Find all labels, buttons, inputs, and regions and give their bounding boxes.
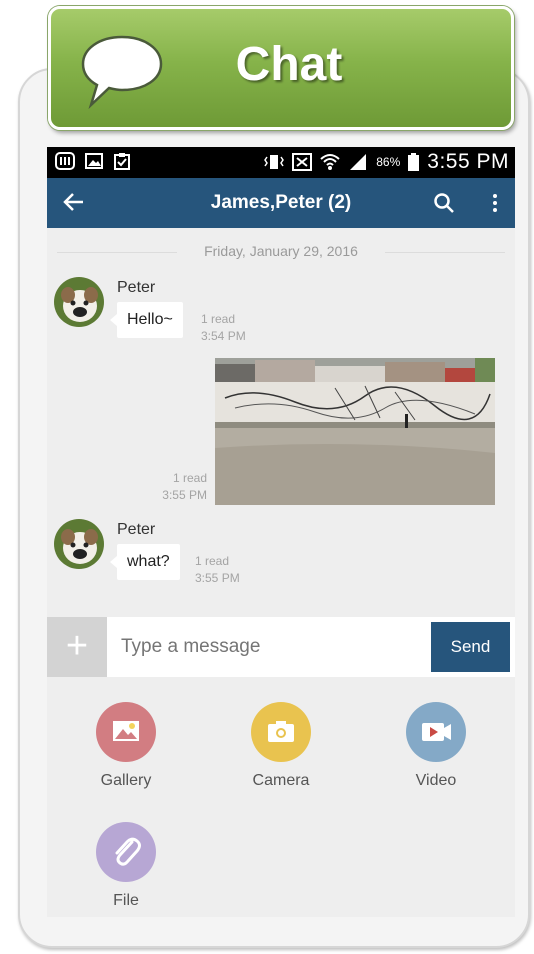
- message-input[interactable]: [121, 636, 421, 658]
- message-time: 3:54 PM: [201, 329, 246, 343]
- date-divider: Friday, January 29, 2016: [47, 243, 515, 261]
- nfc-icon: [292, 153, 313, 171]
- clipboard-notification-icon: [114, 153, 130, 170]
- camera-option[interactable]: Camera: [226, 702, 336, 790]
- camera-label: Camera: [252, 772, 310, 789]
- avatar[interactable]: [54, 519, 104, 569]
- message-bubble[interactable]: what?: [110, 544, 180, 580]
- phone-screen: 86% 3:55 PM James,Peter (2) Friday, Janu…: [47, 147, 515, 917]
- add-attachment-button[interactable]: +: [47, 617, 107, 677]
- message-time: 3:55 PM: [195, 571, 240, 585]
- paperclip-icon: [96, 822, 156, 882]
- battery-icon: [408, 153, 420, 171]
- app-notification-icon: [55, 152, 75, 170]
- more-options-icon[interactable]: [491, 192, 499, 214]
- send-button[interactable]: Send: [431, 622, 510, 672]
- read-status: 1 read: [201, 312, 236, 326]
- gallery-icon: [96, 702, 156, 762]
- date-divider-text: Friday, January 29, 2016: [204, 243, 358, 259]
- image-notification-icon: [85, 153, 103, 169]
- status-bar: 86% 3:55 PM: [47, 147, 515, 178]
- image-message[interactable]: [215, 358, 495, 505]
- video-icon: [406, 702, 466, 762]
- clock: 3:55 PM: [427, 150, 509, 173]
- video-label: Video: [415, 772, 457, 789]
- gallery-label: Gallery: [100, 772, 152, 789]
- message-composer: + Send: [47, 617, 515, 677]
- message-time: 3:55 PM: [162, 488, 207, 502]
- search-icon[interactable]: [433, 192, 455, 214]
- read-status: 1 read: [172, 471, 207, 485]
- camera-icon: [251, 702, 311, 762]
- banner-title: Chat: [235, 38, 343, 91]
- file-label: File: [113, 892, 139, 909]
- message-meta: 1 read 3:55 PM: [195, 553, 240, 587]
- signal-icon: [350, 154, 367, 170]
- chat-banner: Chat: [48, 6, 514, 130]
- wifi-icon: [320, 154, 340, 170]
- message-meta: 1 read 3:54 PM: [201, 311, 246, 345]
- message-bubble[interactable]: Hello~: [110, 302, 183, 338]
- message-meta: 1 read 3:55 PM: [147, 470, 207, 504]
- app-bar: James,Peter (2): [47, 178, 515, 228]
- vibrate-icon: [264, 155, 285, 169]
- battery-percent: 86%: [376, 155, 401, 169]
- video-option[interactable]: Video: [381, 702, 491, 790]
- gallery-option[interactable]: Gallery: [71, 702, 181, 790]
- sender-name: Peter: [117, 521, 156, 538]
- sender-name: Peter: [117, 279, 156, 296]
- file-option[interactable]: File: [71, 822, 181, 910]
- read-status: 1 read: [195, 554, 230, 568]
- avatar[interactable]: [54, 277, 104, 327]
